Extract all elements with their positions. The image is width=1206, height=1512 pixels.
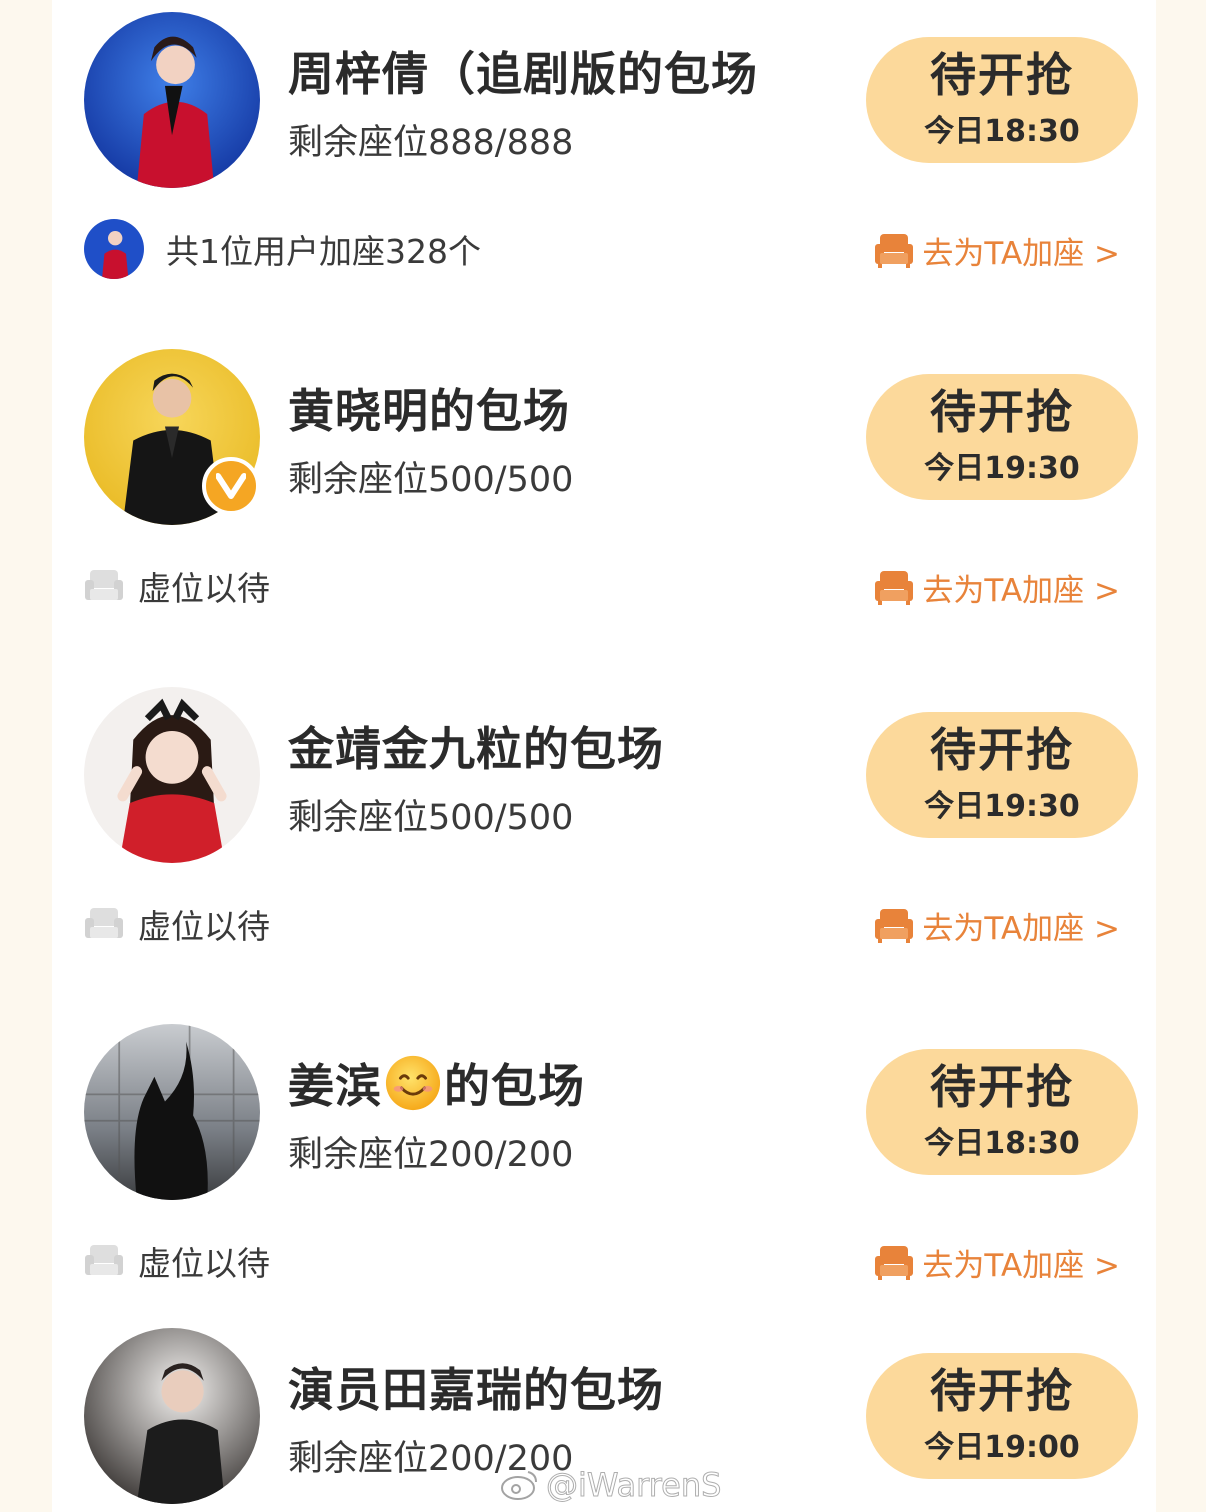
- grab-button[interactable]: 待开抢 今日19:00: [866, 1353, 1138, 1479]
- seat-summary: 虚位以待: [84, 555, 270, 617]
- screening-card[interactable]: 金靖金九粒的包场 剩余座位500/500 待开抢 今日19:30 虚位以待 去为…: [52, 675, 1156, 1012]
- screening-card[interactable]: 姜滨 的包场 剩余座位200/200 待开抢 今日18:30 虚位以待 去为TA…: [52, 1012, 1156, 1349]
- screening-title-suffix: 的包场: [444, 1059, 585, 1113]
- grab-button-time: 今日19:30: [924, 451, 1080, 487]
- screening-card[interactable]: 黄晓明的包场 剩余座位500/500 待开抢 今日19:30 虚位以待 去为TA…: [52, 337, 1156, 674]
- sofa-icon: [875, 234, 914, 268]
- seat-summary-text: 虚位以待: [138, 1244, 270, 1283]
- seat-summary: 虚位以待: [84, 893, 270, 955]
- screening-list: 周梓倩（追剧版的包场 剩余座位888/888 待开抢 今日18:30 共1位用户…: [52, 0, 1156, 1512]
- watermark: @iWarrenS: [500, 1466, 722, 1505]
- screening-title: 黄晓明的包场: [288, 384, 570, 438]
- screening-title: 演员田嘉瑞的包场: [288, 1363, 664, 1417]
- seat-summary-text: 共1位用户加座328个: [166, 232, 481, 271]
- grab-button-time: 今日18:30: [924, 1126, 1080, 1162]
- grab-button[interactable]: 待开抢 今日18:30: [866, 1049, 1138, 1175]
- sofa-icon: [875, 571, 914, 605]
- screening-title: 姜滨 的包场: [288, 1050, 585, 1116]
- grab-button-label: 待开抢: [930, 384, 1074, 439]
- seat-summary-text: 虚位以待: [138, 907, 270, 946]
- remaining-seats: 剩余座位500/500: [288, 798, 574, 838]
- remaining-seats: 剩余座位500/500: [288, 460, 574, 500]
- grab-button-time: 今日19:30: [924, 789, 1080, 825]
- empty-seat-icon: [85, 908, 123, 938]
- verified-badge-icon: [202, 457, 260, 515]
- remaining-seats: 剩余座位888/888: [288, 123, 574, 163]
- grab-button-label: 待开抢: [930, 1059, 1074, 1114]
- empty-seat-icon: [85, 1245, 123, 1275]
- host-avatar[interactable]: [84, 1328, 260, 1504]
- add-seat-link[interactable]: 去为TA加座 >: [874, 225, 1120, 275]
- screening-card[interactable]: 周梓倩（追剧版的包场 剩余座位888/888 待开抢 今日18:30 共1位用户…: [52, 0, 1156, 337]
- weibo-icon: [501, 1471, 537, 1500]
- add-seat-label: 去为TA加座 >: [922, 572, 1120, 609]
- sofa-icon: [875, 909, 914, 943]
- watermark-text: @iWarrenS: [545, 1466, 722, 1505]
- host-avatar[interactable]: [84, 687, 260, 863]
- screening-title: 金靖金九粒的包场: [288, 722, 664, 776]
- add-seat-label: 去为TA加座 >: [922, 910, 1120, 947]
- remaining-seats: 剩余座位200/200: [288, 1135, 574, 1175]
- screening-title-name: 姜滨: [288, 1059, 382, 1113]
- empty-seat-icon: [85, 570, 123, 600]
- add-seat-link[interactable]: 去为TA加座 >: [874, 900, 1120, 950]
- grab-button[interactable]: 待开抢 今日18:30: [866, 37, 1138, 163]
- user-avatar: [84, 219, 144, 279]
- host-avatar[interactable]: [84, 12, 260, 188]
- host-avatar[interactable]: [84, 1024, 260, 1200]
- grab-button-time: 今日19:00: [924, 1430, 1080, 1466]
- add-seat-link[interactable]: 去为TA加座 >: [874, 1237, 1120, 1287]
- grab-button-label: 待开抢: [930, 722, 1074, 777]
- add-seat-label: 去为TA加座 >: [922, 1247, 1120, 1284]
- add-seat-link[interactable]: 去为TA加座 >: [874, 562, 1120, 612]
- seat-summary-text: 虚位以待: [138, 569, 270, 608]
- grab-button[interactable]: 待开抢 今日19:30: [866, 374, 1138, 500]
- add-seat-label: 去为TA加座 >: [922, 235, 1120, 272]
- grab-button-label: 待开抢: [930, 1363, 1074, 1418]
- sofa-icon: [875, 1246, 914, 1280]
- grab-button-time: 今日18:30: [924, 114, 1080, 150]
- smile-emoji-icon: [385, 1055, 441, 1111]
- seat-summary: 虚位以待: [84, 1230, 270, 1292]
- screening-title: 周梓倩（追剧版的包场: [288, 47, 758, 101]
- grab-button[interactable]: 待开抢 今日19:30: [866, 712, 1138, 838]
- grab-button-label: 待开抢: [930, 47, 1074, 102]
- seat-summary: 共1位用户加座328个: [84, 218, 481, 280]
